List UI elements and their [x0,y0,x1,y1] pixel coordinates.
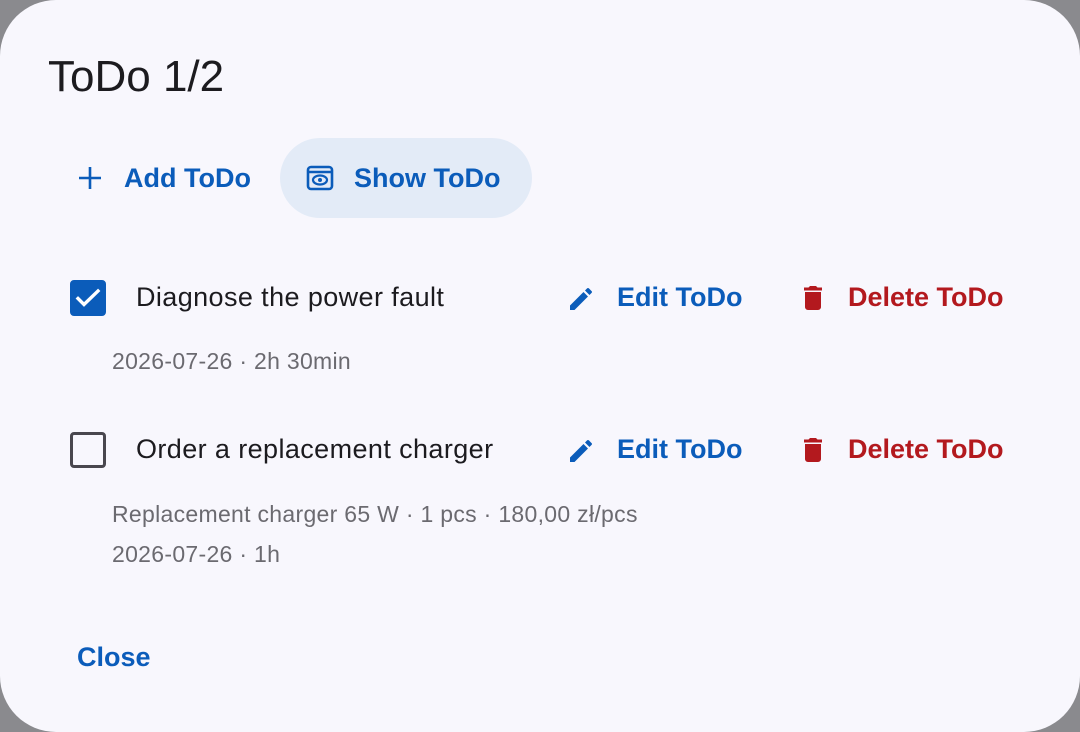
todo-meta: Replacement charger 65 W · 1 pcs · 180,0… [112,501,638,527]
pencil-icon [567,283,597,313]
edit-todo-button[interactable]: Edit ToDo [567,434,742,465]
todo-item: Order a replacement charger Edit ToDo De… [0,420,1080,480]
todo-checkbox-unchecked[interactable] [70,432,106,468]
show-todo-button[interactable]: Show ToDo [280,138,533,218]
todo-dialog: ToDo 1/2 Add ToDo Show ToDo Diagnose the… [0,0,1080,732]
edit-todo-label: Edit ToDo [617,434,743,464]
todo-checkbox-checked[interactable] [70,280,106,316]
todo-title: Diagnose the power fault [136,282,445,312]
close-button[interactable]: Close [77,642,151,673]
add-todo-button[interactable]: Add ToDo [62,138,265,218]
pencil-icon [567,435,597,465]
checkmark-icon [75,288,101,307]
delete-todo-button[interactable]: Delete ToDo [798,282,1004,313]
preview-eye-icon [306,164,334,192]
delete-todo-label: Delete ToDo [848,434,1004,464]
todo-title: Order a replacement charger [136,434,494,464]
delete-todo-button[interactable]: Delete ToDo [798,434,1004,465]
trash-icon [798,435,828,465]
edit-todo-button[interactable]: Edit ToDo [567,282,742,313]
show-todo-label: Show ToDo [354,162,501,193]
add-todo-label: Add ToDo [124,162,251,193]
dialog-title: ToDo 1/2 [48,52,225,101]
todo-meta: 2026-07-26 · 1h [112,541,281,567]
edit-todo-label: Edit ToDo [617,282,743,312]
delete-todo-label: Delete ToDo [848,282,1004,312]
trash-icon [798,283,828,313]
todo-meta: 2026-07-26 · 2h 30min [112,348,352,374]
plus-icon [76,164,104,192]
todo-item: Diagnose the power fault Edit ToDo Delet… [0,268,1080,328]
